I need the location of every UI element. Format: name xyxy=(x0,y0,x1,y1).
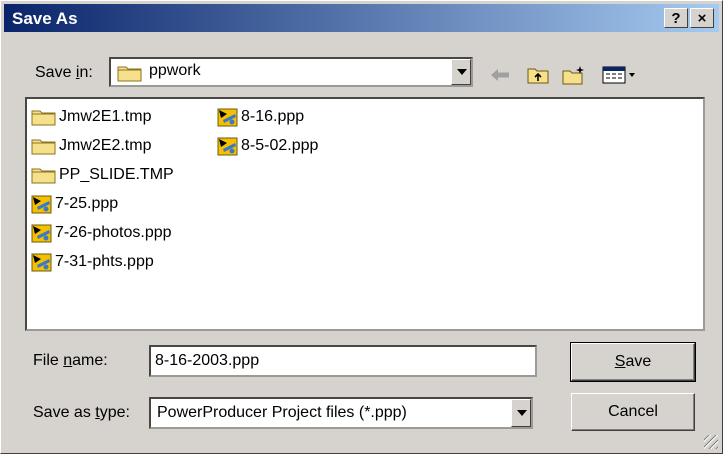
up-one-level-button[interactable] xyxy=(525,63,551,87)
file-name: 7-31-phts.ppp xyxy=(55,253,154,270)
file-item-project[interactable]: 7-25.ppp xyxy=(31,192,118,216)
project-file-icon xyxy=(217,108,238,127)
back-arrow-icon xyxy=(491,69,509,81)
view-menu-icon xyxy=(602,66,635,84)
cancel-button[interactable]: Cancel xyxy=(571,393,695,431)
file-name-label: File name: xyxy=(33,352,108,369)
save-in-label: Save in: xyxy=(35,64,93,81)
file-name: 7-26-photos.ppp xyxy=(55,224,172,241)
file-name: Jmw2E2.tmp xyxy=(59,137,152,154)
file-item-project[interactable]: 7-31-phts.ppp xyxy=(31,250,154,274)
file-name: PP_SLIDE.TMP xyxy=(59,166,174,183)
folder-icon xyxy=(31,110,56,126)
save-as-type-value: PowerProducer Project files (*.ppp) xyxy=(157,404,407,421)
file-item-folder[interactable]: Jmw2E2.tmp xyxy=(31,134,151,158)
project-file-icon xyxy=(217,137,238,156)
file-name: 7-25.ppp xyxy=(55,195,119,212)
project-file-icon xyxy=(31,195,52,214)
save-as-type-label: Save as type: xyxy=(33,404,130,421)
save-in-dropdown-arrow[interactable] xyxy=(451,59,471,85)
file-name: 8-5-02.ppp xyxy=(241,137,319,154)
folder-icon xyxy=(31,139,56,155)
folder-icon xyxy=(31,168,56,184)
folder-up-icon xyxy=(527,68,549,84)
file-list[interactable]: Jmw2E1.tmp Jmw2E2.tmp PP_SLIDE.TMP 7-25.… xyxy=(25,97,705,331)
back-button[interactable] xyxy=(487,63,513,87)
file-name: 8-16.ppp xyxy=(241,108,305,125)
file-item-folder[interactable]: PP_SLIDE.TMP xyxy=(31,163,174,187)
file-item-project[interactable]: 8-5-02.ppp xyxy=(217,134,318,158)
save-button[interactable]: Save xyxy=(570,342,696,382)
file-item-folder[interactable]: Jmw2E1.tmp xyxy=(31,105,151,129)
save-in-dropdown[interactable]: ppwork xyxy=(109,57,473,87)
project-file-icon xyxy=(31,224,52,243)
file-item-project[interactable]: 7-26-photos.ppp xyxy=(31,221,172,245)
new-folder-button[interactable] xyxy=(561,63,587,87)
new-folder-icon xyxy=(562,66,584,85)
project-file-icon xyxy=(31,253,52,272)
resize-grip[interactable] xyxy=(704,435,718,449)
help-button[interactable]: ? xyxy=(664,8,688,28)
save-as-type-dropdown[interactable]: PowerProducer Project files (*.ppp) xyxy=(149,397,533,429)
close-button[interactable]: × xyxy=(690,8,714,28)
file-item-project[interactable]: 8-16.ppp xyxy=(217,105,304,129)
file-name: Jmw2E1.tmp xyxy=(59,108,152,125)
current-folder-name: ppwork xyxy=(149,62,201,79)
file-name-input[interactable] xyxy=(149,345,537,377)
view-menu-button[interactable] xyxy=(599,63,639,87)
title-bar[interactable]: Save As ? × xyxy=(4,4,719,32)
folder-icon xyxy=(117,66,142,82)
window-title: Save As xyxy=(12,9,78,28)
save-as-dialog: Save As ? × Save in: ppwork Jmw2E1.tmp J… xyxy=(0,0,723,454)
save-as-type-dropdown-arrow[interactable] xyxy=(511,399,531,427)
